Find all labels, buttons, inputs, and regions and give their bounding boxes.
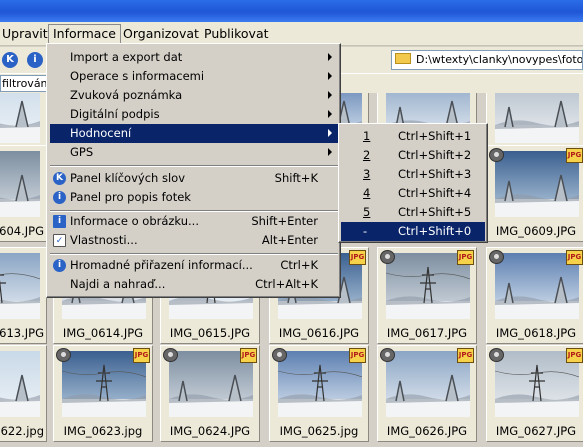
submenu-arrow-icon	[328, 53, 332, 61]
menu-item-panel-popis-fotek[interactable]: i Panel pro popis fotek	[50, 188, 338, 207]
camera-icon	[380, 348, 395, 362]
menu-separator	[50, 165, 338, 167]
menu-item-panel-klicovych-slov[interactable]: K Panel klíčových slov Shift+K	[50, 169, 338, 188]
rating-1-item[interactable]: 1 Ctrl+Shift+1	[341, 127, 485, 146]
menu-item-gps[interactable]: GPS	[50, 143, 338, 162]
thumbnail-caption: IMG_0615.JPG	[169, 326, 251, 340]
menu-item-informace-o-obrazku[interactable]: i Informace o obrázku... Shift+Enter	[50, 212, 338, 231]
thumbnail-caption: IMG_0618.JPG	[495, 326, 577, 340]
thumbnail-cell[interactable]: JPG IMG_0627.JPG	[486, 345, 583, 442]
info-circle-icon: i	[53, 191, 66, 204]
thumbnail-caption: IMG_0624.JPG	[169, 424, 251, 438]
thumbnail-cell[interactable]: JPG IMG_0618.JPG	[486, 247, 583, 344]
hodnoceni-submenu: 1 Ctrl+Shift+1 2 Ctrl+Shift+2 3 Ctrl+Shift+…	[338, 123, 488, 243]
menu-item-operace[interactable]: Operace s informacemi	[50, 67, 338, 86]
photo-thumbnail	[0, 253, 40, 319]
jpg-badge-icon: JPG	[566, 250, 583, 265]
menu-item-hodnoceni[interactable]: Hodnocení	[50, 124, 338, 143]
thumbnail-cell[interactable]: JPG IMG_0617.JPG	[377, 247, 477, 344]
thumbnail-cell[interactable]: JPG IMG_0624.JPG	[160, 345, 260, 442]
thumbnail-caption: IMG_0617.JPG	[386, 326, 468, 340]
menu-item-import-export[interactable]: Import a export dat	[50, 48, 338, 67]
jpg-badge-icon: JPG	[349, 250, 366, 265]
jpg-badge-icon: JPG	[133, 348, 150, 363]
menu-organizovat[interactable]: Organizovat	[121, 26, 201, 42]
camera-icon	[272, 348, 287, 362]
camera-icon	[489, 148, 504, 162]
submenu-arrow-icon	[328, 148, 332, 156]
thumbnail-cell[interactable]: JPG IMG_0623.jpg	[53, 345, 153, 442]
photo-thumbnail	[495, 93, 579, 143]
title-bar	[0, 0, 583, 22]
jpg-badge-icon: JPG	[240, 348, 257, 363]
photo-thumbnail	[0, 93, 40, 143]
menu-separator	[50, 253, 338, 255]
jpg-badge-icon: JPG	[566, 148, 583, 163]
thumbnail-cell[interactable]: JPG IMG_0609.JPG	[486, 145, 583, 242]
info-circle-icon: i	[53, 259, 66, 272]
thumbnail-caption: IMG_0623.jpg	[63, 424, 143, 438]
thumbnail-cell[interactable]: 0604.JPG	[0, 145, 47, 242]
thumbnail-caption: 0613.JPG	[0, 326, 44, 340]
thumbnail-caption: IMG_0627.JPG	[495, 424, 577, 438]
photo-thumbnail	[0, 151, 40, 217]
properties-icon: ✓	[53, 234, 66, 247]
camera-icon	[163, 348, 178, 362]
camera-icon	[489, 348, 504, 362]
camera-icon	[489, 250, 504, 264]
menu-item-digitalni-podpis[interactable]: Digitální podpis	[50, 105, 338, 124]
thumbnail-caption: 0604.JPG	[0, 224, 44, 238]
menu-item-hromadne-prirazeni[interactable]: i Hromadné přiřazení informací... Ctrl+K	[50, 256, 338, 275]
rating-2-item[interactable]: 2 Ctrl+Shift+2	[341, 146, 485, 165]
thumbnail-caption: IMG_0614.JPG	[62, 326, 144, 340]
menu-item-najdi-a-nahrad[interactable]: Najdi a nahraď... Ctrl+Alt+K	[50, 275, 338, 294]
camera-icon	[380, 250, 395, 264]
menu-informace[interactable]: Informace	[48, 24, 121, 44]
path-text: D:\wtexty\clanky\novypes\fototeu	[416, 53, 583, 66]
thumbnail-cell[interactable]: JPG IMG_0625.jpg	[269, 345, 369, 442]
info-square-icon: i	[53, 215, 66, 228]
camera-icon	[56, 348, 71, 362]
thumbnail-cell[interactable]: JPG IMG_0626.JPG	[377, 345, 477, 442]
folder-icon	[395, 53, 411, 64]
thumbnail-caption: IMG_0616.JPG	[278, 326, 360, 340]
rating-5-item[interactable]: 5 Ctrl+Shift+5	[341, 203, 485, 222]
info-icon[interactable]: i	[27, 52, 43, 68]
rating-none-item[interactable]: - Ctrl+Shift+0	[341, 222, 485, 241]
submenu-arrow-icon	[328, 129, 332, 137]
thumbnail-caption: 0622.jpg	[0, 424, 44, 438]
submenu-arrow-icon	[328, 91, 332, 99]
menu-item-zvukova-poznamka[interactable]: Zvuková poznámka	[50, 86, 338, 105]
filter-input[interactable]: filtrování...	[0, 75, 48, 92]
menu-publikovat[interactable]: Publikovat	[202, 26, 271, 42]
submenu-arrow-icon	[328, 110, 332, 118]
menu-upravit[interactable]: Upravit	[0, 26, 50, 42]
rating-4-item[interactable]: 4 Ctrl+Shift+4	[341, 184, 485, 203]
jpg-badge-icon: JPG	[349, 348, 366, 363]
thumbnail-caption: IMG_0625.jpg	[279, 424, 359, 438]
jpg-badge-icon: JPG	[457, 250, 474, 265]
path-input[interactable]: D:\wtexty\clanky\novypes\fototeu	[391, 50, 583, 70]
photo-thumbnail	[0, 351, 40, 417]
k-circle-icon: K	[53, 172, 66, 185]
submenu-arrow-icon	[328, 72, 332, 80]
thumbnail-caption: IMG_0609.JPG	[495, 224, 577, 238]
menu-item-vlastnosti[interactable]: ✓ Vlastnosti... Alt+Enter	[50, 231, 338, 250]
thumbnail-cell[interactable]: 0613.JPG	[0, 247, 47, 344]
jpg-badge-icon: JPG	[457, 348, 474, 363]
rating-3-item[interactable]: 3 Ctrl+Shift+3	[341, 165, 485, 184]
thumbnail-caption: IMG_0626.JPG	[386, 424, 468, 438]
keywords-icon[interactable]: K	[2, 52, 18, 68]
jpg-badge-icon: JPG	[566, 348, 583, 363]
thumbnail-cell[interactable]: 0622.jpg	[0, 345, 47, 442]
informace-menu: Import a export dat Operace s informacem…	[46, 43, 341, 298]
